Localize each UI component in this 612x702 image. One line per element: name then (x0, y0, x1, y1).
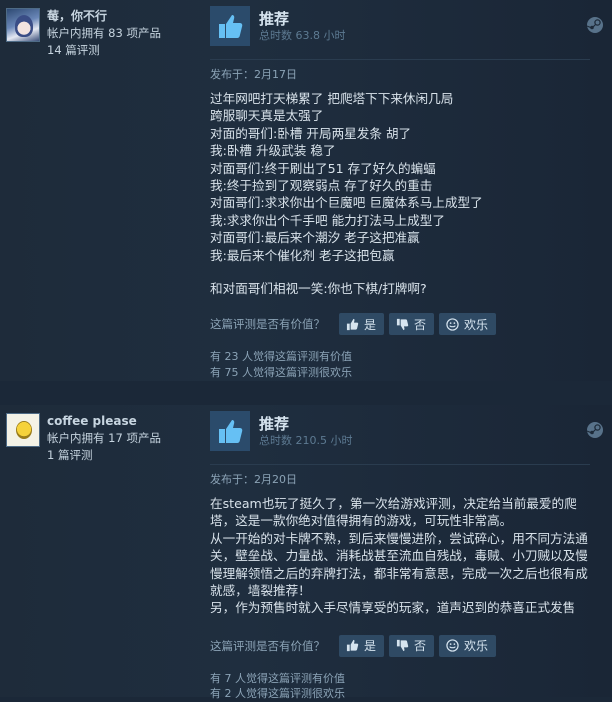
review-card: 莓，你不行 帐户内拥有 83 项产品 14 篇评测 推荐 总时数 63.8 小时… (0, 0, 612, 381)
helpful-row: 这篇评测是否有价值？ 是 否 欢乐 (210, 634, 612, 657)
posted-date: 发布于：2月20日 (210, 464, 590, 487)
review-line: 对面哥们:终于刷出了51 存了好久的蝙蝠 (210, 160, 436, 176)
recommendation-title: 推荐 (259, 414, 290, 433)
review-body: 推荐 总时数 63.8 小时 发布于：2月17日 过年网吧打天梯累了 把爬塔下下… (196, 0, 612, 381)
helpful-stats: 有 23 人觉得这篇评测有价值 有 75 人觉得这篇评测很欢乐 (210, 349, 612, 380)
vote-yes-label: 是 (364, 639, 377, 654)
thumbs-up-icon (346, 639, 359, 652)
reviews-count[interactable]: 1 篇评测 (47, 447, 161, 464)
author-name[interactable]: 莓，你不行 (47, 8, 161, 25)
review-line: 跨服聊天真是太强了 (210, 108, 324, 124)
review-line: 在steam也玩了挺久了，第一次给游戏评测，决定给当前最爱的爬塔，这是一款你绝对… (210, 496, 577, 529)
steam-icon (586, 421, 604, 443)
thumbs-up-icon (210, 6, 250, 46)
review-line: 从一开始的对卡牌不熟，到后来慢慢进阶，尝试碎心，用不同方法通关，壁垒战、力量战、… (210, 530, 588, 599)
vote-funny-button[interactable]: 欢乐 (439, 634, 497, 657)
review-line: 我:求求你出个千手吧 能力打法马上成型了 (210, 212, 445, 228)
review-line: 我:卧槽 升级武装 稳了 (210, 143, 336, 159)
review-line: 我:最后来个催化剂 老子这把包赢 (210, 247, 395, 263)
smiley-icon (446, 318, 459, 331)
vote-no-label: 否 (414, 317, 427, 332)
vote-yes-button[interactable]: 是 (339, 313, 385, 336)
review-line: 对面哥们:求求你出个巨魔吧 巨魔体系马上成型了 (210, 195, 483, 211)
posted-date: 发布于：2月17日 (210, 59, 590, 82)
funny-count: 有 75 人觉得这篇评测很欢乐 (210, 365, 352, 379)
vote-header: 推荐 总时数 210.5 小时 (210, 410, 612, 452)
review-line: 对面哥们:最后来个潮汐 老子这把准赢 (210, 230, 420, 246)
avatar[interactable] (6, 413, 40, 447)
review-line: 另，作为预售时就入手尽情享受的玩家，道声迟到的恭喜正式发售 (210, 600, 576, 616)
vote-header: 推荐 总时数 63.8 小时 (210, 5, 612, 47)
review-line: 对面的哥们:卧槽 开局两星发条 胡了 (210, 125, 412, 141)
steam-icon (586, 16, 604, 38)
thumbs-up-icon (210, 411, 250, 451)
hours-played: 总时数 63.8 小时 (259, 28, 346, 42)
review-author: coffee please 帐户内拥有 17 项产品 1 篇评测 (0, 405, 196, 697)
products-owned[interactable]: 帐户内拥有 83 项产品 (47, 25, 161, 42)
vote-funny-label: 欢乐 (464, 317, 489, 332)
hours-played: 总时数 210.5 小时 (259, 433, 353, 447)
review-line: 我:终于捡到了观察弱点 存了好久的重击 (210, 178, 433, 194)
vote-no-button[interactable]: 否 (389, 634, 435, 657)
helpful-count: 有 7 人觉得这篇评测有价值 (210, 671, 345, 685)
review-line: 过年网吧打天梯累了 把爬塔下下来休闲几局 (210, 91, 454, 106)
helpful-question: 这篇评测是否有价值？ (210, 317, 325, 332)
reviews-count[interactable]: 14 篇评测 (47, 42, 161, 59)
vote-funny-label: 欢乐 (464, 639, 489, 654)
review-text: 在steam也玩了挺久了，第一次给游戏评测，决定给当前最爱的爬塔，这是一款你绝对… (210, 495, 588, 617)
thumbs-down-icon (396, 318, 409, 331)
recommendation-title: 推荐 (259, 9, 290, 28)
helpful-row: 这篇评测是否有价值？ 是 否 欢乐 (210, 313, 612, 336)
review-author: 莓，你不行 帐户内拥有 83 项产品 14 篇评测 (0, 0, 196, 381)
vote-no-label: 否 (414, 639, 427, 654)
smiley-icon (446, 639, 459, 653)
review-body: 推荐 总时数 210.5 小时 发布于：2月20日 在steam也玩了挺久了，第… (196, 405, 612, 700)
vote-yes-label: 是 (364, 317, 377, 332)
helpful-stats: 有 7 人觉得这篇评测有价值 有 2 人觉得这篇评测很欢乐 (210, 671, 612, 702)
author-name[interactable]: coffee please (47, 413, 161, 430)
helpful-count: 有 23 人觉得这篇评测有价值 (210, 350, 352, 364)
thumbs-down-icon (396, 639, 409, 652)
review-line: 和对面哥们相视一笑:你也下棋/打牌啊? (210, 281, 427, 297)
vote-yes-button[interactable]: 是 (339, 634, 385, 657)
review-text: 过年网吧打天梯累了 把爬塔下下来休闲几局 跨服聊天真是太强了 对面的哥们:卧槽 … (210, 90, 612, 297)
thumbs-up-icon (346, 318, 359, 331)
funny-count: 有 2 人觉得这篇评测很欢乐 (210, 687, 345, 701)
products-owned[interactable]: 帐户内拥有 17 项产品 (47, 430, 161, 447)
review-card: coffee please 帐户内拥有 17 项产品 1 篇评测 推荐 总时数 … (0, 405, 612, 700)
vote-funny-button[interactable]: 欢乐 (439, 313, 497, 336)
avatar[interactable] (6, 8, 40, 42)
helpful-question: 这篇评测是否有价值？ (210, 638, 325, 653)
vote-no-button[interactable]: 否 (389, 313, 435, 336)
